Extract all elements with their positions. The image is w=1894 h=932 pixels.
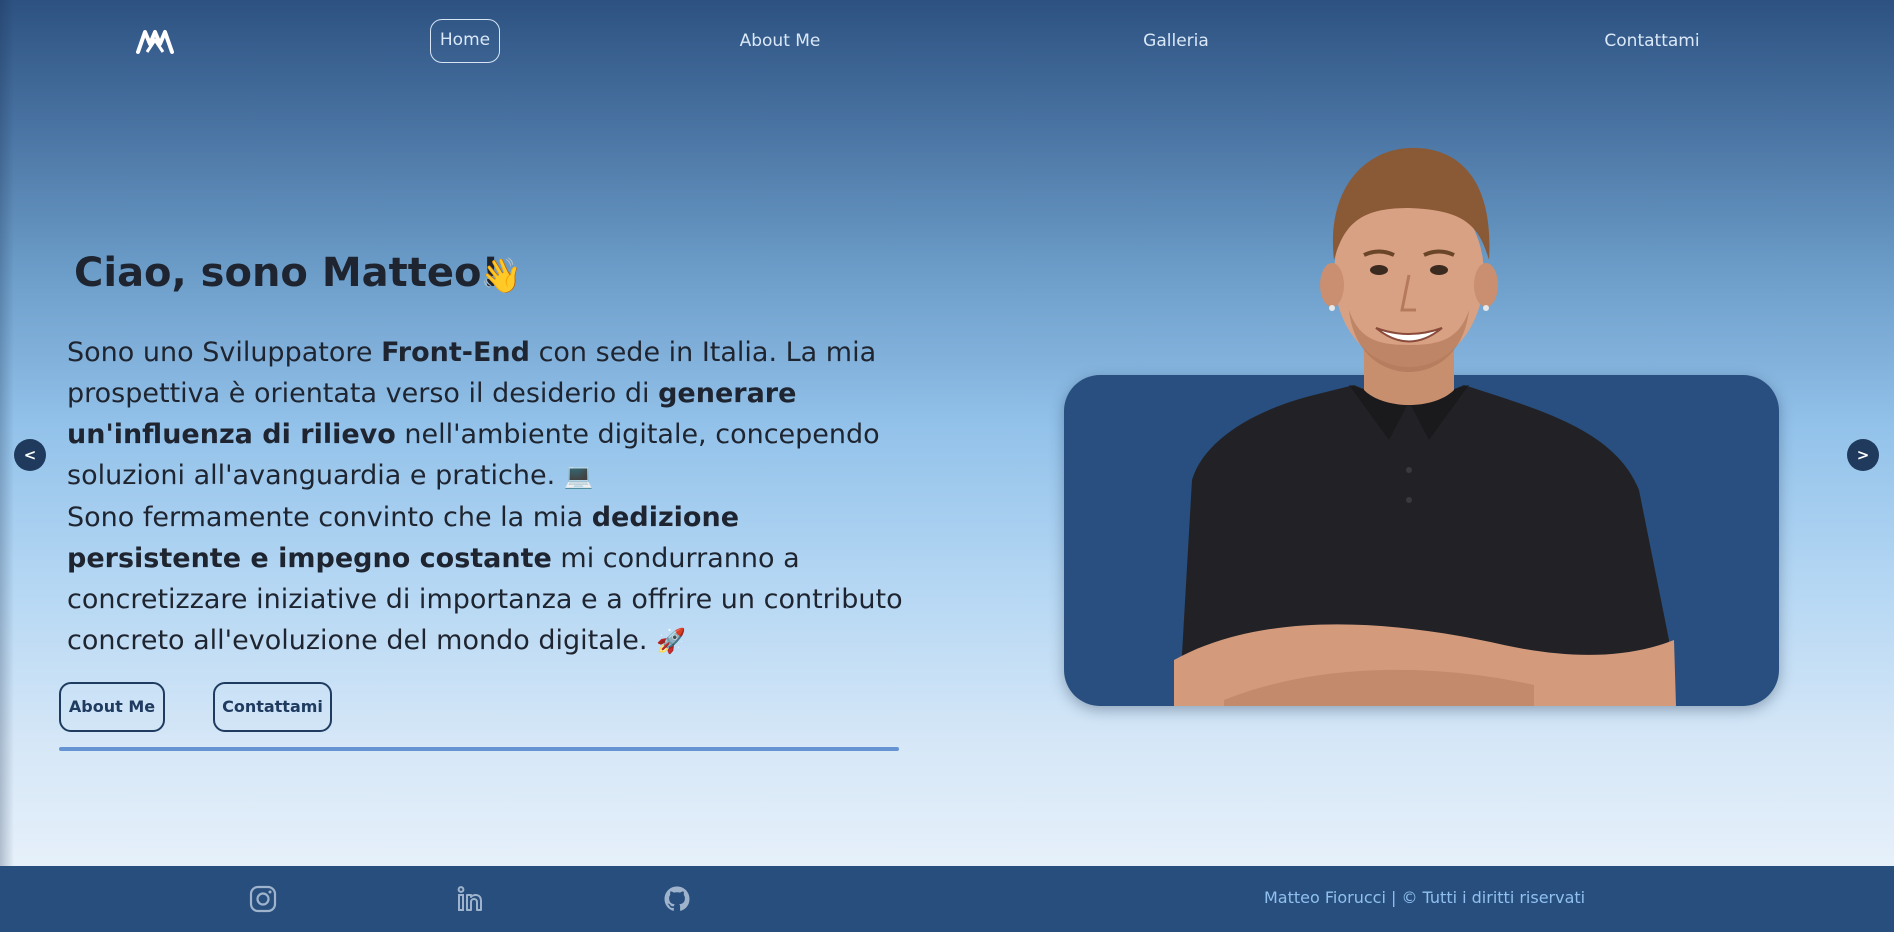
computer-icon: 💻 [563,462,594,490]
github-icon[interactable] [662,884,692,914]
site-logo-icon[interactable] [136,28,174,56]
waving-hand-icon: 👋 [480,256,523,296]
top-navbar: Home About Me Galleria Contattami [0,0,1894,82]
site-footer: Matteo Fiorucci | © Tutti i diritti rise… [0,866,1894,932]
about-me-button[interactable]: About Me [59,682,165,732]
hero-intro-text: Sono uno Sviluppatore Front-End con sede… [67,332,907,662]
carousel-next-button[interactable]: > [1847,439,1879,471]
left-edge-shade [0,0,14,866]
nav-home[interactable]: Home [430,19,500,63]
nav-about-me[interactable]: About Me [720,19,840,63]
intro-text: Sono uno Sviluppatore [67,337,382,368]
hero-title: Ciao, sono Matteo! [74,250,500,296]
contattami-button[interactable]: Contattami [213,682,332,732]
profile-photo [1174,147,1676,706]
intro-highlight: Front-End [381,337,530,368]
instagram-icon[interactable] [248,884,278,914]
intro-text: Sono fermamente convinto che la mia [67,502,592,533]
accent-divider [59,747,899,751]
linkedin-icon[interactable] [455,884,485,914]
rocket-icon: 🚀 [656,627,686,655]
carousel-prev-button[interactable]: < [14,439,46,471]
copyright-text: Matteo Fiorucci | © Tutti i diritti rise… [1264,888,1586,907]
nav-contattami[interactable]: Contattami [1590,19,1714,63]
nav-galleria[interactable]: Galleria [1115,19,1237,63]
